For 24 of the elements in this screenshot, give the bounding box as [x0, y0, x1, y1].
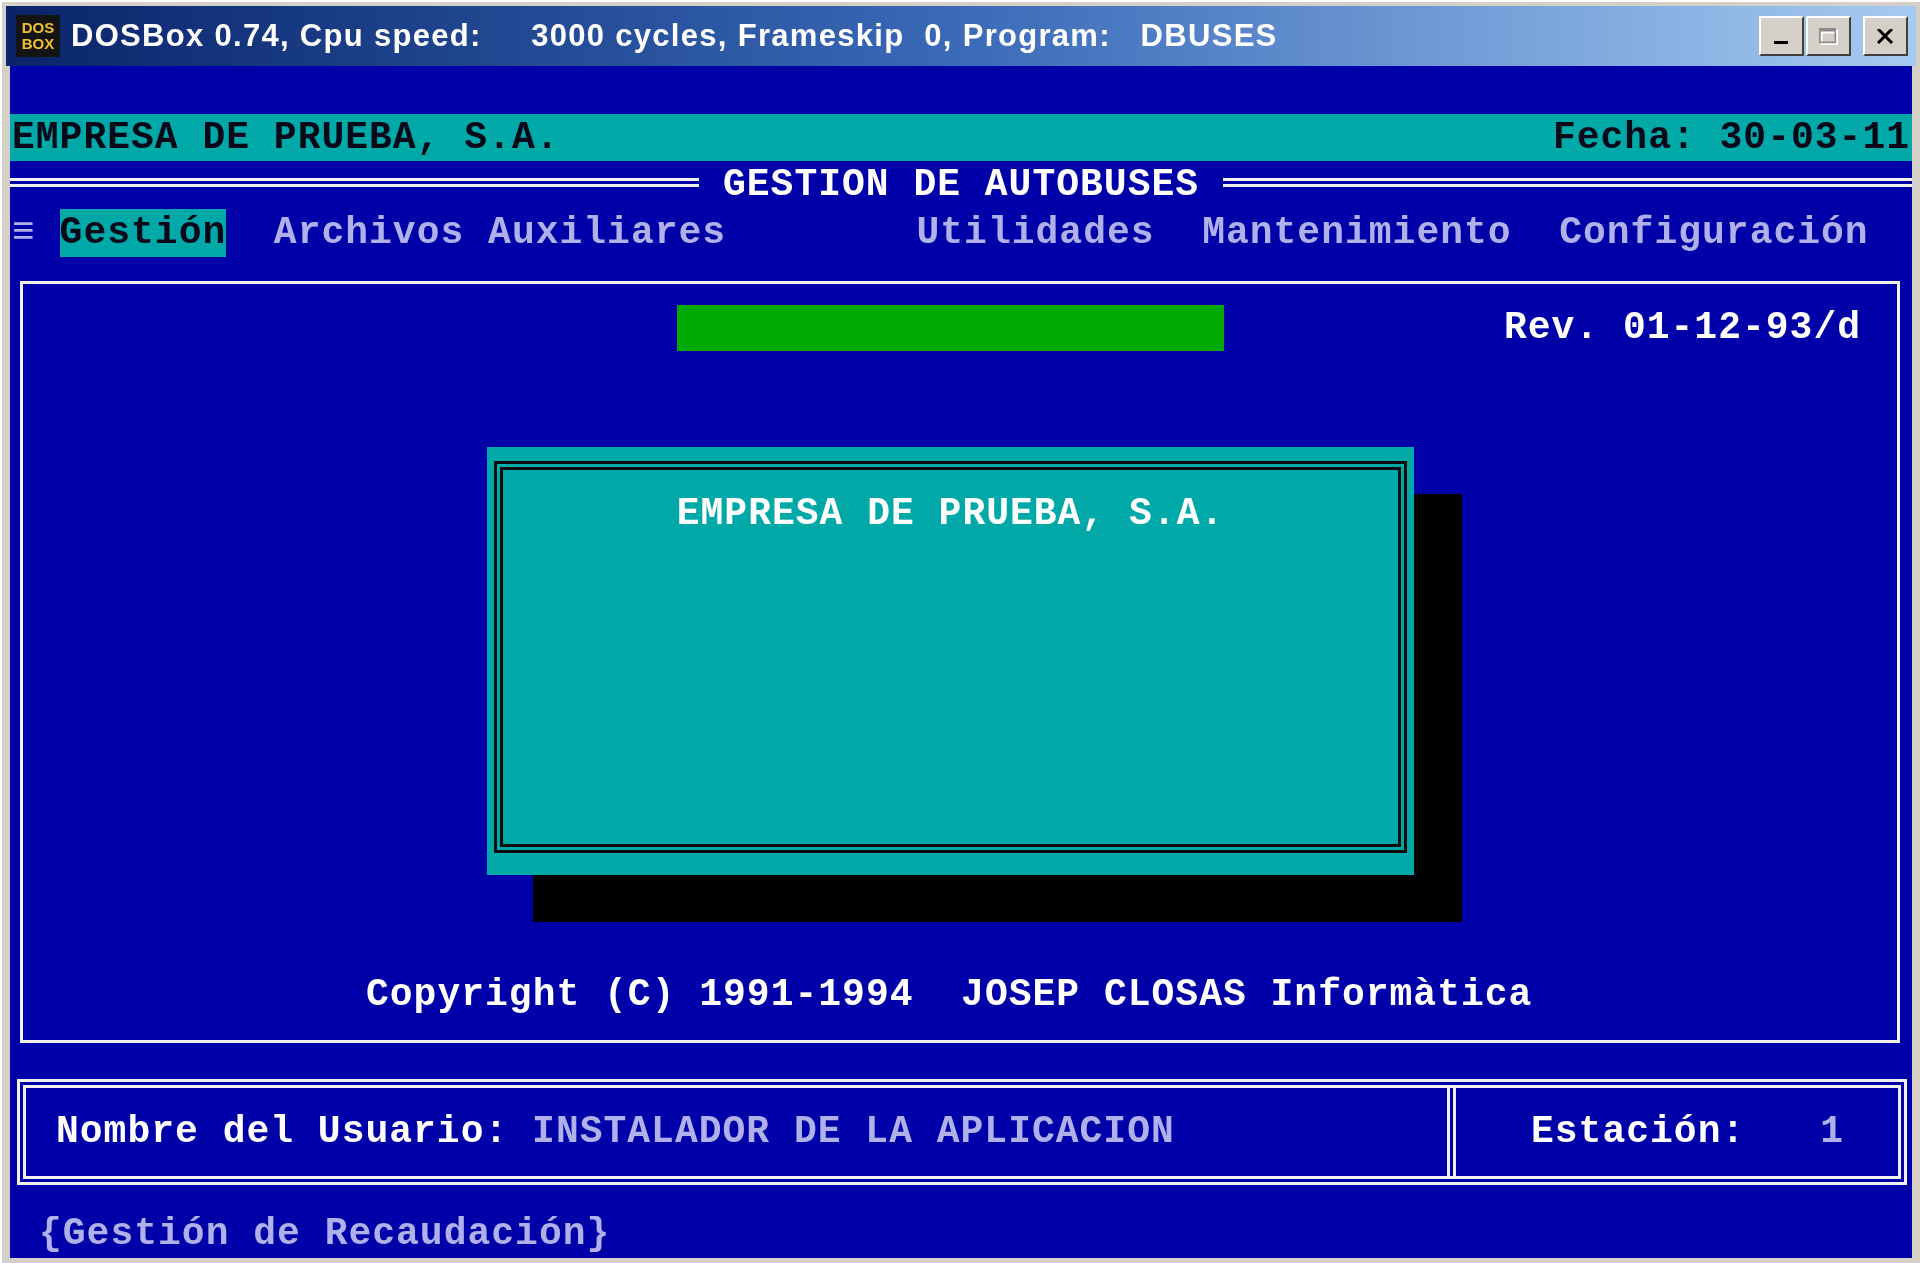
system-menu-button[interactable]: ≡ — [12, 209, 36, 257]
company-name: EMPRESA DE PRUEBA, S.A. — [12, 115, 560, 160]
date-label: Fecha: 30-03-11 — [1552, 115, 1910, 160]
menu-item[interactable]: Configuración — [1559, 209, 1869, 257]
user-value: INSTALADOR DE LA APLICACION — [532, 1110, 1175, 1155]
dialog-text: EMPRESA DE PRUEBA, S.A. — [676, 491, 1225, 536]
app-logo: DOS BOX — [16, 15, 60, 57]
user-label: Nombre del Usuario: — [56, 1110, 509, 1155]
station-label: Estación: — [1531, 1110, 1746, 1155]
copyright-text: Copyright (C) 1991-1994 JOSEP CLOSAS Informàtica — [366, 972, 1533, 1017]
menu-item[interactable]: Utilidades — [916, 209, 1155, 257]
close-icon — [1877, 28, 1894, 44]
maximize-icon — [1819, 27, 1838, 45]
revision-label: Rev. 01-12-93/d — [1503, 305, 1861, 350]
app-title: GESTION DE AUTOBUSES — [721, 163, 1201, 208]
menu-item[interactable]: Archivos Auxiliares — [273, 209, 727, 257]
status-line: {Gestión de Recaudación} — [39, 1212, 611, 1257]
close-button[interactable] — [1863, 16, 1908, 56]
minimize-icon — [1774, 41, 1789, 45]
minimize-button[interactable] — [1759, 16, 1804, 56]
station-value: 1 — [1820, 1110, 1844, 1155]
menu-item[interactable]: Mantenimiento — [1202, 209, 1512, 257]
menu-item[interactable]: Gestión — [59, 209, 227, 257]
window-title: DOSBox 0.74, Cpu speed: 3000 cycles, Frameskip 0, Program: DBUSES — [71, 17, 1278, 55]
